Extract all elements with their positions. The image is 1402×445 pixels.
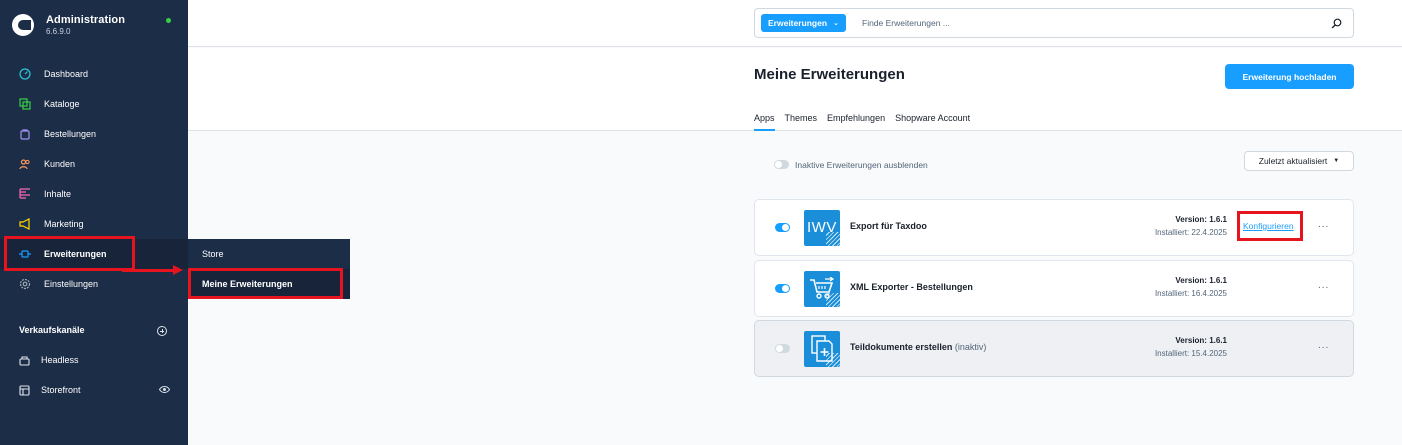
extension-card-xml-exporter: XML Exporter - Bestellungen Version: 1.6… (754, 260, 1354, 317)
sort-label: Zuletzt aktualisiert (1258, 156, 1328, 166)
page-title: Meine Erweiterungen (754, 66, 905, 83)
extension-active-toggle[interactable] (775, 284, 790, 293)
storefront-icon (19, 384, 30, 396)
iwv-logo-icon: IWV (804, 210, 840, 246)
chevron-down-icon: ▼ (1333, 158, 1340, 164)
hide-inactive-label: Inaktive Erweiterungen ausblenden (795, 160, 928, 170)
sort-dropdown[interactable]: Zuletzt aktualisiert ▼ (1244, 151, 1354, 171)
nav-label: Bestellungen (44, 129, 97, 139)
sales-channel-label: Headless (41, 355, 79, 365)
extension-version: Version: 1.6.1 (1175, 215, 1227, 224)
more-options-icon[interactable]: ... (1318, 340, 1329, 351)
extension-active-toggle[interactable] (775, 344, 790, 353)
search-type-label: Erweiterungen (768, 18, 828, 28)
extension-active-toggle[interactable] (775, 223, 790, 232)
app-title: Administration (46, 14, 126, 26)
shopware-logo-icon (12, 14, 34, 36)
cart-export-icon (804, 271, 840, 307)
sales-channel-label: Storefront (41, 385, 81, 395)
extension-meta: Version: 1.6.1 Installiert: 15.4.2025 (1155, 336, 1227, 358)
nav-item-bestellungen[interactable]: Bestellungen (0, 119, 188, 149)
app-version: 6.6.9.0 (46, 27, 71, 36)
nav-label: Inhalte (44, 189, 72, 199)
nav-item-kunden[interactable]: Kunden (0, 149, 188, 179)
nav-label: Kataloge (44, 99, 80, 109)
sales-channel-storefront[interactable]: Storefront (19, 383, 81, 397)
tab-themes[interactable]: Themes (785, 113, 818, 131)
eye-icon[interactable] (159, 385, 170, 394)
extension-status: (inaktiv) (954, 342, 987, 352)
documents-icon (804, 331, 840, 367)
nav-item-marketing[interactable]: Marketing (0, 209, 188, 239)
nav-label: Marketing (44, 219, 84, 229)
search-type-dropdown[interactable]: Erweiterungen ⌄ (761, 14, 846, 32)
extension-name: Teildokumente erstellen (inaktiv) (850, 342, 986, 352)
catalog-icon (19, 98, 31, 110)
extension-name-text: Teildokumente erstellen (850, 342, 953, 352)
extension-card-teildokumente: Teildokumente erstellen (inaktiv) Versio… (754, 320, 1354, 377)
nav-item-kataloge[interactable]: Kataloge (0, 89, 188, 119)
nav-label: Kunden (44, 159, 76, 169)
chevron-down-icon: ⌄ (833, 20, 839, 27)
extension-version: Version: 1.6.1 (1175, 336, 1227, 345)
extension-installed-date: Installiert: 22.4.2025 (1154, 228, 1227, 237)
megaphone-icon (19, 218, 30, 230)
search-bar: Erweiterungen ⌄ (754, 8, 1354, 38)
tab-recommendations[interactable]: Empfehlungen (827, 113, 885, 131)
headless-icon (19, 355, 30, 366)
more-options-icon[interactable]: ... (1318, 280, 1329, 291)
nav-label: Einstellungen (44, 279, 99, 289)
upload-extension-button[interactable]: Erweiterung hochladen (1225, 64, 1354, 89)
more-options-icon[interactable]: ... (1318, 219, 1329, 230)
brand[interactable]: Administration 6.6.9.0 (12, 14, 125, 36)
add-sales-channel-icon[interactable] (157, 326, 167, 336)
highlight-box-configure (1237, 211, 1303, 241)
highlight-box-my-extensions (188, 268, 343, 299)
hide-inactive-toggle[interactable] (774, 160, 789, 169)
extension-installed-date: Installiert: 15.4.2025 (1154, 349, 1227, 358)
annotation-arrow-head (173, 265, 183, 275)
nav-item-inhalte[interactable]: Inhalte (0, 179, 188, 209)
search-icon[interactable] (1331, 18, 1342, 29)
tabs: Apps Themes Empfehlungen Shopware Accoun… (754, 113, 980, 131)
extension-meta: Version: 1.6.1 Installiert: 16.4.2025 (1155, 276, 1227, 298)
content-icon (19, 188, 30, 199)
sidebar: Administration 6.6.9.0 Dashboard Katalog… (0, 0, 188, 445)
extension-name: XML Exporter - Bestellungen (850, 282, 973, 292)
gauge-icon (19, 68, 31, 80)
nav-item-einstellungen[interactable]: Einstellungen (0, 269, 188, 299)
sales-channels-title: Verkaufskanäle (19, 325, 85, 335)
tab-shopware-account[interactable]: Shopware Account (895, 113, 970, 131)
extension-meta: Version: 1.6.1 Installiert: 22.4.2025 (1155, 215, 1227, 237)
users-icon (19, 159, 30, 170)
gear-icon (19, 278, 31, 290)
nav-label: Dashboard (44, 69, 89, 79)
tab-apps[interactable]: Apps (754, 113, 775, 131)
search-input[interactable] (862, 15, 1312, 31)
nav-item-dashboard[interactable]: Dashboard (0, 59, 188, 89)
extension-version: Version: 1.6.1 (1175, 276, 1227, 285)
status-dot-icon (166, 18, 171, 23)
extension-installed-date: Installiert: 16.4.2025 (1154, 289, 1227, 298)
annotation-arrow (122, 269, 174, 272)
shopping-bag-icon (20, 129, 30, 140)
extension-name: Export für Taxdoo (850, 221, 927, 231)
sales-channel-headless[interactable]: Headless (19, 353, 79, 367)
flyout-item-store[interactable]: Store (188, 239, 350, 269)
highlight-box-extensions (4, 236, 135, 271)
